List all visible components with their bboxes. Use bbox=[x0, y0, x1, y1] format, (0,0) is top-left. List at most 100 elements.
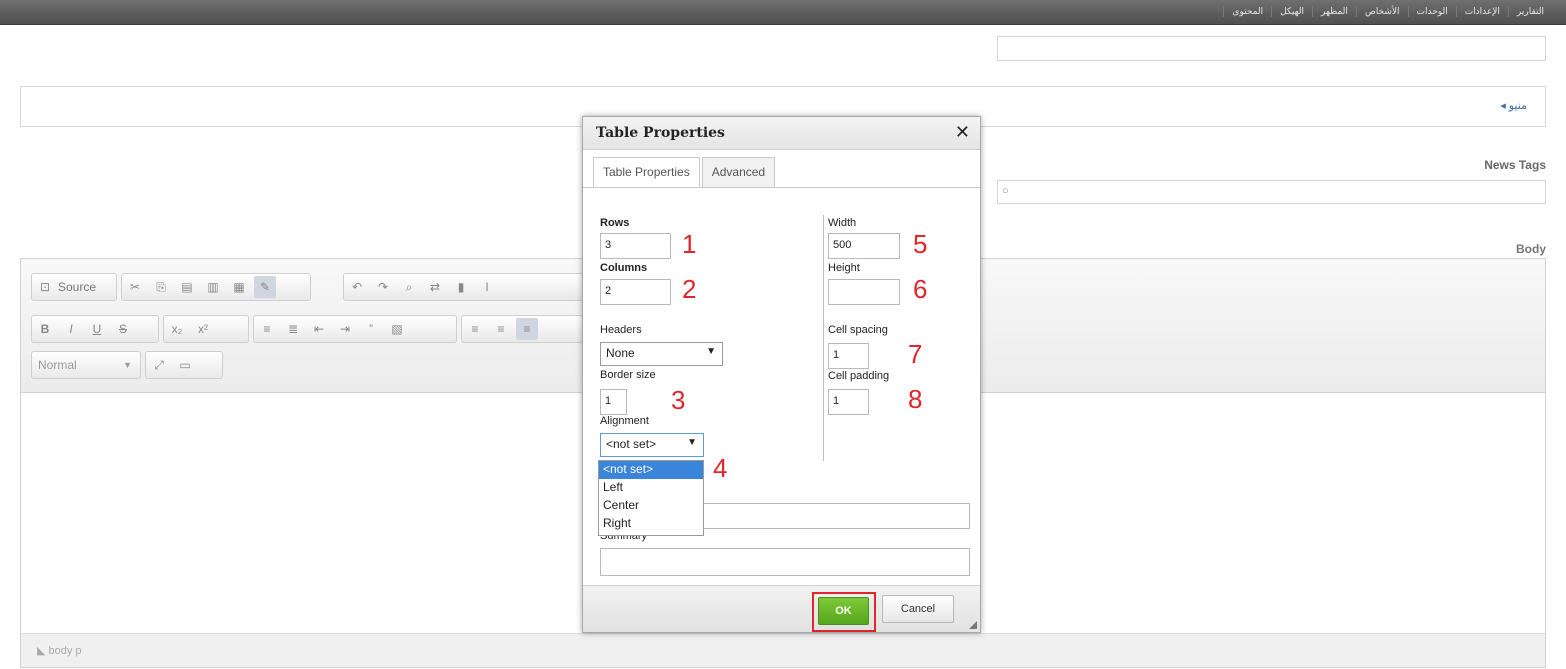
cut-icon[interactable]: ✂ bbox=[124, 276, 146, 298]
alignment-select[interactable]: <not set> ▼ bbox=[600, 433, 704, 457]
annotation-number: 1 bbox=[682, 229, 697, 259]
rows-label: Rows bbox=[600, 217, 630, 229]
rows-input[interactable]: 3 bbox=[600, 233, 671, 259]
element-path-text[interactable]: body p bbox=[49, 645, 82, 657]
cell-spacing-input[interactable]: 1 bbox=[828, 343, 869, 369]
align-left-icon[interactable]: ≡ bbox=[464, 318, 486, 340]
summary-input[interactable] bbox=[600, 548, 970, 576]
border-size-label: Border size bbox=[600, 369, 656, 381]
news-tags-input[interactable]: ○ bbox=[997, 180, 1546, 204]
redo-icon[interactable]: ↷ bbox=[372, 276, 394, 298]
format-value: Normal bbox=[38, 358, 77, 372]
source-icon: ⊡ bbox=[39, 280, 51, 294]
bold-icon[interactable]: B bbox=[34, 318, 56, 340]
alignment-dropdown: <not set> Left Center Right bbox=[598, 460, 704, 536]
resize-grip-icon: ◣ bbox=[37, 645, 49, 657]
align-right-icon[interactable]: ≡ bbox=[516, 318, 538, 340]
admin-menu-item[interactable]: المحتوى bbox=[1223, 6, 1271, 17]
admin-menu-item[interactable]: الإعدادات bbox=[1455, 6, 1508, 17]
italic-icon[interactable]: I bbox=[60, 318, 82, 340]
columns-label: Columns bbox=[600, 262, 648, 274]
collapse-arrow-icon: ◂ bbox=[1500, 100, 1509, 112]
autocomplete-icon: ○ bbox=[1002, 185, 1009, 197]
show-blocks-icon[interactable]: ▭ bbox=[174, 354, 196, 376]
undo-icon[interactable]: ↶ bbox=[346, 276, 368, 298]
annotation-number: 2 bbox=[682, 274, 697, 304]
align-center-icon[interactable]: ≡ bbox=[490, 318, 512, 340]
cell-spacing-label: Cell spacing bbox=[828, 324, 888, 336]
element-path: ◣ body p bbox=[21, 633, 1545, 667]
paste-format-icon[interactable]: ✎ bbox=[254, 276, 276, 298]
paste-word-icon[interactable]: ▦ bbox=[228, 276, 250, 298]
admin-menu-item[interactable]: الهيكل bbox=[1271, 6, 1312, 17]
border-size-input[interactable]: 1 bbox=[600, 389, 627, 415]
admin-menu-item[interactable]: الوحدات bbox=[1407, 6, 1456, 17]
paste-text-icon[interactable]: ▥ bbox=[202, 276, 224, 298]
basic-styles-group: B I U S bbox=[31, 315, 159, 343]
div-icon[interactable]: ▧ bbox=[386, 318, 408, 340]
blockquote-icon[interactable]: ” bbox=[360, 318, 382, 340]
admin-menu-item[interactable]: الأشخاص bbox=[1355, 6, 1408, 17]
find-icon[interactable]: ⌕ bbox=[398, 276, 420, 298]
annotation-number: 7 bbox=[908, 339, 923, 369]
tab-table-properties[interactable]: Table Properties bbox=[593, 157, 700, 188]
source-button[interactable]: ⊡ Source bbox=[31, 273, 117, 301]
clipboard-group: ✂ ⎘ ▤ ▥ ▦ ✎ bbox=[121, 273, 311, 301]
tab-divider bbox=[583, 187, 980, 188]
headers-select[interactable]: None ▼ bbox=[600, 342, 723, 366]
cell-padding-input[interactable]: 1 bbox=[828, 389, 869, 415]
annotation-number: 3 bbox=[671, 385, 686, 415]
maximize-icon[interactable]: ⤢ bbox=[148, 354, 170, 376]
width-label: Width bbox=[828, 217, 857, 229]
cancel-button[interactable]: Cancel bbox=[882, 595, 954, 623]
admin-toolbar: المحتوى الهيكل المظهر الأشخاص الوحدات ال… bbox=[0, 0, 1566, 25]
resize-handle-icon[interactable] bbox=[969, 621, 977, 629]
annotation-number: 8 bbox=[908, 384, 923, 414]
tab-advanced[interactable]: Advanced bbox=[701, 157, 776, 187]
align-group: ≡ ≡ ≡ bbox=[461, 315, 583, 343]
alignment-option[interactable]: Center bbox=[599, 497, 703, 515]
underline-icon[interactable]: U bbox=[86, 318, 108, 340]
alignment-value: <not set> bbox=[606, 437, 657, 451]
chevron-down-icon: ▼ bbox=[123, 360, 132, 370]
list-group: ≡ ≣ ⇤ ⇥ ” ▧ bbox=[253, 315, 457, 343]
alignment-label: Alignment bbox=[600, 415, 649, 427]
height-label: Height bbox=[828, 262, 860, 274]
annotation-number: 6 bbox=[913, 274, 928, 304]
height-input[interactable] bbox=[828, 279, 900, 305]
remove-format-icon[interactable]: I bbox=[476, 276, 498, 298]
admin-menu: المحتوى الهيكل المظهر الأشخاص الوحدات ال… bbox=[1223, 6, 1552, 17]
admin-menu-item[interactable]: المظهر bbox=[1311, 6, 1356, 17]
numbered-list-icon[interactable]: ≡ bbox=[256, 318, 278, 340]
dialog-footer: OK Cancel bbox=[583, 585, 980, 632]
menu-settings-toggle[interactable]: ◂ منيو bbox=[1500, 99, 1527, 112]
ok-highlight: OK bbox=[812, 592, 876, 632]
body-label: Body bbox=[1516, 242, 1546, 256]
bulleted-list-icon[interactable]: ≣ bbox=[282, 318, 304, 340]
outdent-icon[interactable]: ⇤ bbox=[308, 318, 330, 340]
tools-group: ⤢ ▭ bbox=[145, 351, 223, 379]
alignment-option[interactable]: Right bbox=[599, 515, 703, 533]
alignment-option[interactable]: <not set> bbox=[599, 461, 703, 479]
annotation-number: 4 bbox=[713, 453, 728, 483]
headers-label: Headers bbox=[600, 324, 642, 336]
ok-button[interactable]: OK bbox=[818, 597, 869, 625]
dialog-title[interactable]: Table Properties bbox=[583, 117, 980, 150]
alignment-option[interactable]: Left bbox=[599, 479, 703, 497]
width-input[interactable]: 500 bbox=[828, 233, 900, 259]
paste-icon[interactable]: ▤ bbox=[176, 276, 198, 298]
columns-input[interactable]: 2 bbox=[600, 279, 671, 305]
superscript-icon[interactable]: x² bbox=[192, 318, 214, 340]
replace-icon[interactable]: ⇄ bbox=[424, 276, 446, 298]
title-input[interactable] bbox=[997, 36, 1546, 61]
cell-padding-label: Cell padding bbox=[828, 370, 890, 382]
select-all-icon[interactable]: ▮ bbox=[450, 276, 472, 298]
subscript-icon[interactable]: x₂ bbox=[166, 318, 188, 340]
format-select[interactable]: Normal ▼ bbox=[31, 351, 141, 379]
copy-icon[interactable]: ⎘ bbox=[150, 276, 172, 298]
close-icon[interactable]: ✕ bbox=[955, 122, 970, 143]
news-tags-label: News Tags bbox=[1484, 158, 1546, 172]
indent-icon[interactable]: ⇥ bbox=[334, 318, 356, 340]
strike-icon[interactable]: S bbox=[112, 318, 134, 340]
admin-menu-item[interactable]: التقارير bbox=[1507, 6, 1552, 17]
